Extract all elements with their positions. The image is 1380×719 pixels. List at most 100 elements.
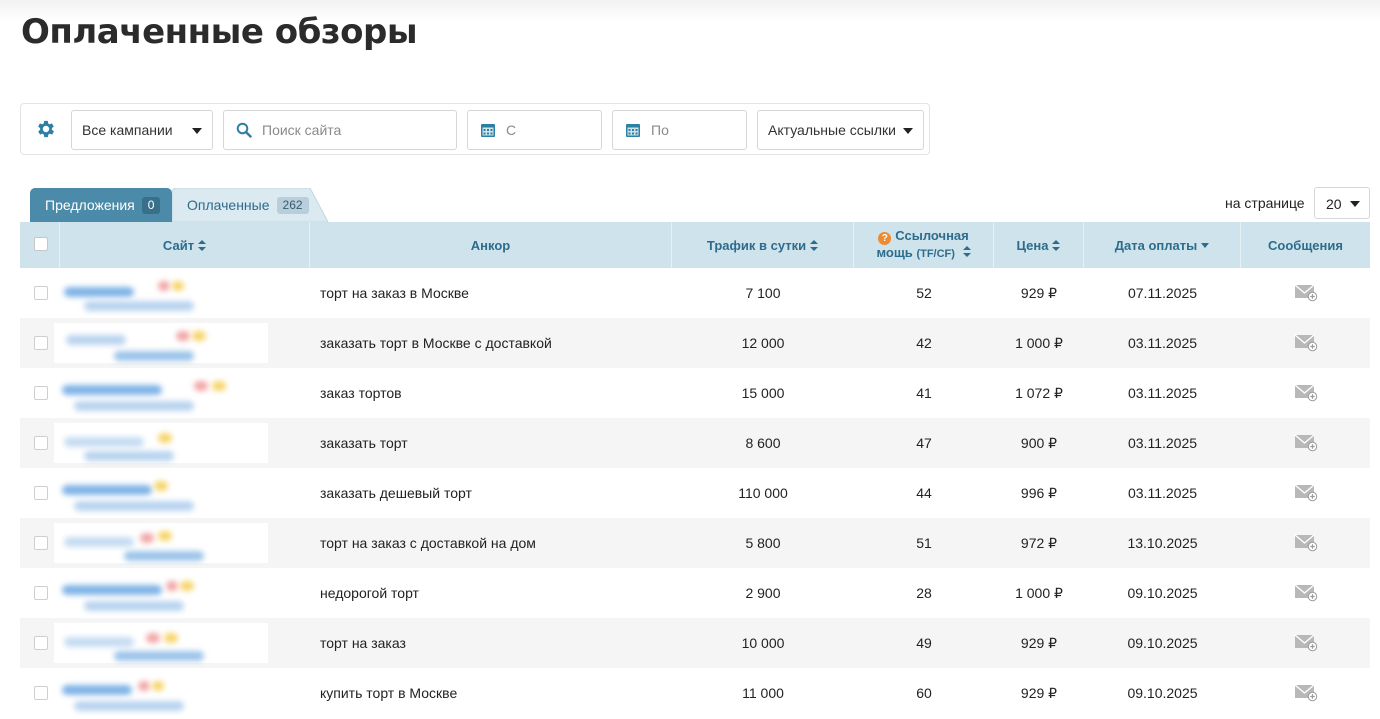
power-value: 28 — [916, 585, 932, 601]
site-link-blurred[interactable] — [54, 273, 268, 313]
col-site[interactable]: Сайт — [60, 222, 310, 268]
tab-offers[interactable]: Предложения 0 — [30, 188, 172, 222]
search-input[interactable]: Поиск сайта — [223, 110, 457, 150]
anchor-text: торт на заказ в Москве — [320, 285, 469, 301]
price-cell: 929 ₽ — [994, 668, 1084, 718]
power-value: 41 — [916, 385, 932, 401]
price-cell: 1 000 ₽ — [994, 318, 1084, 368]
envelope-add-icon[interactable] — [1294, 532, 1318, 555]
table-row: торт на заказ с доставкой на дом 5 800 5… — [20, 518, 1370, 568]
messages-cell — [1241, 518, 1370, 568]
date-cell: 03.11.2025 — [1084, 368, 1241, 418]
paid-date-value: 09.10.2025 — [1127, 635, 1198, 651]
col-power-line2: мощь — [876, 245, 913, 260]
envelope-add-icon[interactable] — [1294, 632, 1318, 655]
power-cell: 47 — [854, 418, 994, 468]
col-messages-label: Сообщения — [1268, 237, 1343, 253]
links-filter-select[interactable]: Актуальные ссылки — [757, 110, 924, 150]
traffic-cell: 12 000 — [672, 318, 854, 368]
envelope-add-icon[interactable] — [1294, 282, 1318, 305]
col-traffic[interactable]: Трафик в сутки — [672, 222, 854, 268]
blurred-site-fragment — [154, 481, 168, 491]
blurred-site-fragment — [84, 601, 184, 611]
row-checkbox[interactable] — [34, 686, 48, 700]
site-link-blurred[interactable] — [54, 373, 268, 413]
site-link-blurred[interactable] — [54, 623, 268, 663]
tab-paid-label: Оплаченные — [187, 197, 270, 213]
blurred-site-fragment — [176, 331, 190, 341]
traffic-cell: 11 000 — [672, 668, 854, 718]
table-row: торт на заказ в Москве 7 100 52 929 ₽ 07… — [20, 268, 1370, 318]
table-header: Сайт Анкор Трафик в сутки ? Ссылочная мощ… — [20, 222, 1370, 268]
traffic-value: 2 900 — [745, 585, 781, 601]
select-all-checkbox[interactable] — [34, 237, 48, 251]
anchor-cell: торт на заказ в Москве — [320, 268, 672, 318]
row-checkbox[interactable] — [34, 336, 48, 350]
envelope-add-icon[interactable] — [1294, 482, 1318, 505]
power-value: 47 — [916, 435, 932, 451]
paid-date-value: 03.11.2025 — [1127, 485, 1198, 501]
blurred-site-fragment — [192, 331, 206, 341]
gear-icon[interactable] — [35, 118, 57, 140]
col-paid-date[interactable]: Дата оплаты — [1084, 222, 1241, 268]
messages-cell — [1241, 318, 1370, 368]
price-value: 972 ₽ — [1020, 534, 1058, 551]
row-checkbox[interactable] — [34, 386, 48, 400]
envelope-add-icon[interactable] — [1294, 382, 1318, 405]
traffic-cell: 2 900 — [672, 568, 854, 618]
row-checkbox[interactable] — [34, 486, 48, 500]
power-value: 49 — [916, 635, 932, 651]
site-link-blurred[interactable] — [54, 473, 268, 513]
site-link-blurred[interactable] — [54, 523, 268, 563]
blurred-site-fragment — [212, 381, 226, 391]
site-link-blurred[interactable] — [54, 423, 268, 463]
blurred-site-fragment — [114, 351, 194, 361]
row-checkbox[interactable] — [34, 436, 48, 450]
traffic-cell: 15 000 — [672, 368, 854, 418]
per-page-select[interactable]: 20 — [1314, 187, 1370, 219]
date-cell: 09.10.2025 — [1084, 618, 1241, 668]
col-paid-date-label: Дата оплаты — [1114, 237, 1198, 253]
calendar-icon — [480, 122, 496, 138]
col-power-unit: (TF/CF) — [916, 248, 955, 260]
price-cell: 972 ₽ — [994, 518, 1084, 568]
traffic-value: 110 000 — [738, 485, 788, 501]
row-checkbox[interactable] — [34, 636, 48, 650]
price-cell: 1 072 ₽ — [994, 368, 1084, 418]
blurred-site-fragment — [64, 437, 144, 447]
campaign-select[interactable]: Все кампании — [71, 110, 213, 150]
envelope-add-icon[interactable] — [1294, 582, 1318, 605]
col-price[interactable]: Цена — [994, 222, 1084, 268]
row-checkbox[interactable] — [34, 286, 48, 300]
row-checkbox[interactable] — [34, 536, 48, 550]
anchor-cell: заказ тортов — [320, 368, 672, 418]
envelope-add-icon[interactable] — [1294, 682, 1318, 705]
table-row: торт на заказ 10 000 49 929 ₽ 09.10.2025 — [20, 618, 1370, 668]
blurred-site-fragment — [164, 633, 178, 643]
traffic-cell: 10 000 — [672, 618, 854, 668]
date-to-field[interactable]: По — [612, 110, 747, 150]
messages-cell — [1241, 568, 1370, 618]
date-cell: 03.11.2025 — [1084, 318, 1241, 368]
power-value: 44 — [916, 485, 932, 501]
date-cell: 09.10.2025 — [1084, 568, 1241, 618]
envelope-add-icon[interactable] — [1294, 432, 1318, 455]
paid-date-value: 13.10.2025 — [1127, 535, 1198, 551]
anchor-cell: заказать торт — [320, 418, 672, 468]
date-from-field[interactable]: С — [467, 110, 602, 150]
blurred-site-fragment — [138, 681, 150, 691]
col-link-power[interactable]: ? Ссылочная мощь (TF/CF) — [854, 222, 994, 268]
site-link-blurred[interactable] — [54, 673, 268, 713]
price-value: 929 ₽ — [1020, 634, 1058, 651]
blurred-site-fragment — [124, 551, 204, 561]
site-link-blurred[interactable] — [54, 323, 268, 363]
envelope-add-icon[interactable] — [1294, 332, 1318, 355]
help-icon[interactable]: ? — [878, 232, 892, 245]
row-checkbox[interactable] — [34, 586, 48, 600]
site-link-blurred[interactable] — [54, 573, 268, 613]
messages-cell — [1241, 268, 1370, 318]
chevron-down-icon — [1350, 201, 1360, 207]
tab-paid[interactable]: Оплаченные 262 — [172, 188, 327, 222]
traffic-cell: 110 000 — [672, 468, 854, 518]
anchor-cell: торт на заказ с доставкой на дом — [320, 518, 672, 568]
